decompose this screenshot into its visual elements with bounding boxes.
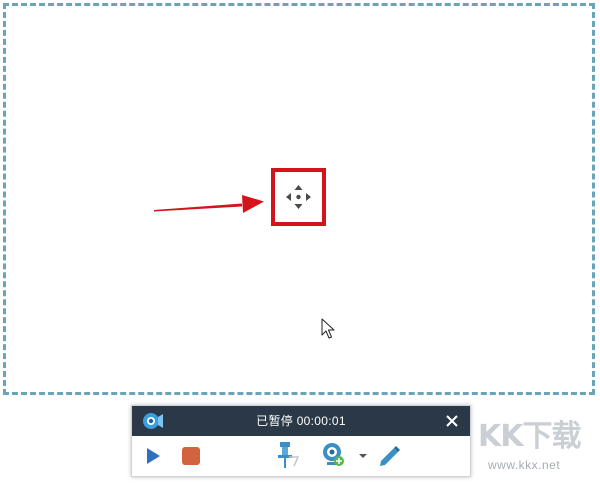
watermark-logo: KK下载 (478, 419, 581, 454)
callout-arrow-icon (154, 195, 264, 213)
watermark: KK下载 www.kkx.net (478, 420, 600, 483)
recording-status-text: 已暂停 00:00:01 (256, 414, 346, 428)
close-icon[interactable] (442, 411, 462, 431)
mouse-cursor-icon (321, 318, 335, 339)
stop-button[interactable] (179, 444, 203, 468)
recording-toolbar: 已暂停 00:00:01 (131, 405, 471, 477)
toolbar-controls (132, 436, 470, 476)
webcam-dropdown-caret[interactable] (358, 452, 368, 460)
webcam-button[interactable] (320, 441, 346, 469)
move-handle[interactable] (271, 168, 326, 226)
pen-button[interactable] (377, 442, 403, 468)
screen: 已暂停 00:00:01 KK下载 www.kkx.net (0, 0, 600, 483)
watermark-url: www.kkx.net (488, 458, 561, 472)
play-button[interactable] (142, 444, 164, 468)
move-arrows-icon (286, 185, 311, 209)
pin-button[interactable] (276, 440, 302, 470)
toolbar-header: 已暂停 00:00:01 (132, 406, 470, 436)
